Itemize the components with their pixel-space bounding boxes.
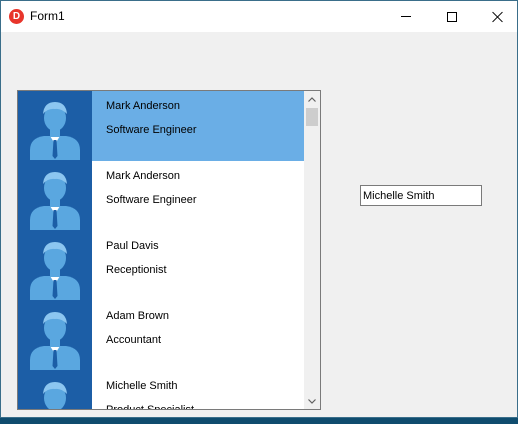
- employee-name: Adam Brown: [106, 310, 169, 322]
- employee-role: Accountant: [106, 334, 162, 346]
- list-item[interactable]: Michelle Smith Product Specialist: [18, 371, 304, 410]
- app-icon: D: [9, 9, 24, 24]
- person-avatar-icon: [18, 161, 92, 231]
- list-item[interactable]: Mark Anderson Software Engineer: [18, 161, 304, 231]
- list-item[interactable]: Adam Brown Accountant: [18, 301, 304, 371]
- employee-name: Michelle Smith: [106, 380, 178, 392]
- minimize-icon: [401, 16, 411, 17]
- person-avatar-icon: [18, 231, 92, 301]
- window-title: Form1: [30, 9, 65, 23]
- maximize-icon: [447, 11, 457, 22]
- minimize-button[interactable]: [383, 1, 429, 32]
- person-avatar-icon: [18, 91, 92, 161]
- maximize-button[interactable]: [429, 1, 475, 32]
- employee-name: Mark Anderson: [106, 100, 180, 112]
- employee-role: Software Engineer: [106, 194, 197, 206]
- scroll-up-arrow-icon[interactable]: [304, 91, 320, 107]
- employee-role: Receptionist: [106, 264, 167, 276]
- person-avatar-icon: [18, 371, 92, 409]
- main-window: D Form1 Mark Anderson Software Engineer Ma…: [0, 0, 518, 418]
- title-bar[interactable]: D Form1: [1, 1, 517, 32]
- employee-listbox[interactable]: Mark Anderson Software Engineer Mark Ander…: [17, 90, 321, 410]
- employee-name: Mark Anderson: [106, 170, 180, 182]
- employee-role: Product Specialist: [106, 404, 195, 410]
- close-button[interactable]: [475, 1, 517, 32]
- list-item[interactable]: Mark Anderson Software Engineer: [18, 91, 304, 161]
- employee-name: Paul Davis: [106, 240, 159, 252]
- scroll-down-arrow-icon[interactable]: [304, 393, 320, 409]
- name-textbox[interactable]: [360, 185, 482, 206]
- scrollbar-thumb[interactable]: [306, 108, 318, 126]
- listbox-items: Mark Anderson Software Engineer Mark Ander…: [18, 91, 304, 410]
- close-icon: [492, 11, 504, 23]
- vertical-scrollbar[interactable]: [304, 91, 320, 409]
- person-avatar-icon: [18, 301, 92, 371]
- list-item[interactable]: Paul Davis Receptionist: [18, 231, 304, 301]
- employee-role: Software Engineer: [106, 124, 197, 136]
